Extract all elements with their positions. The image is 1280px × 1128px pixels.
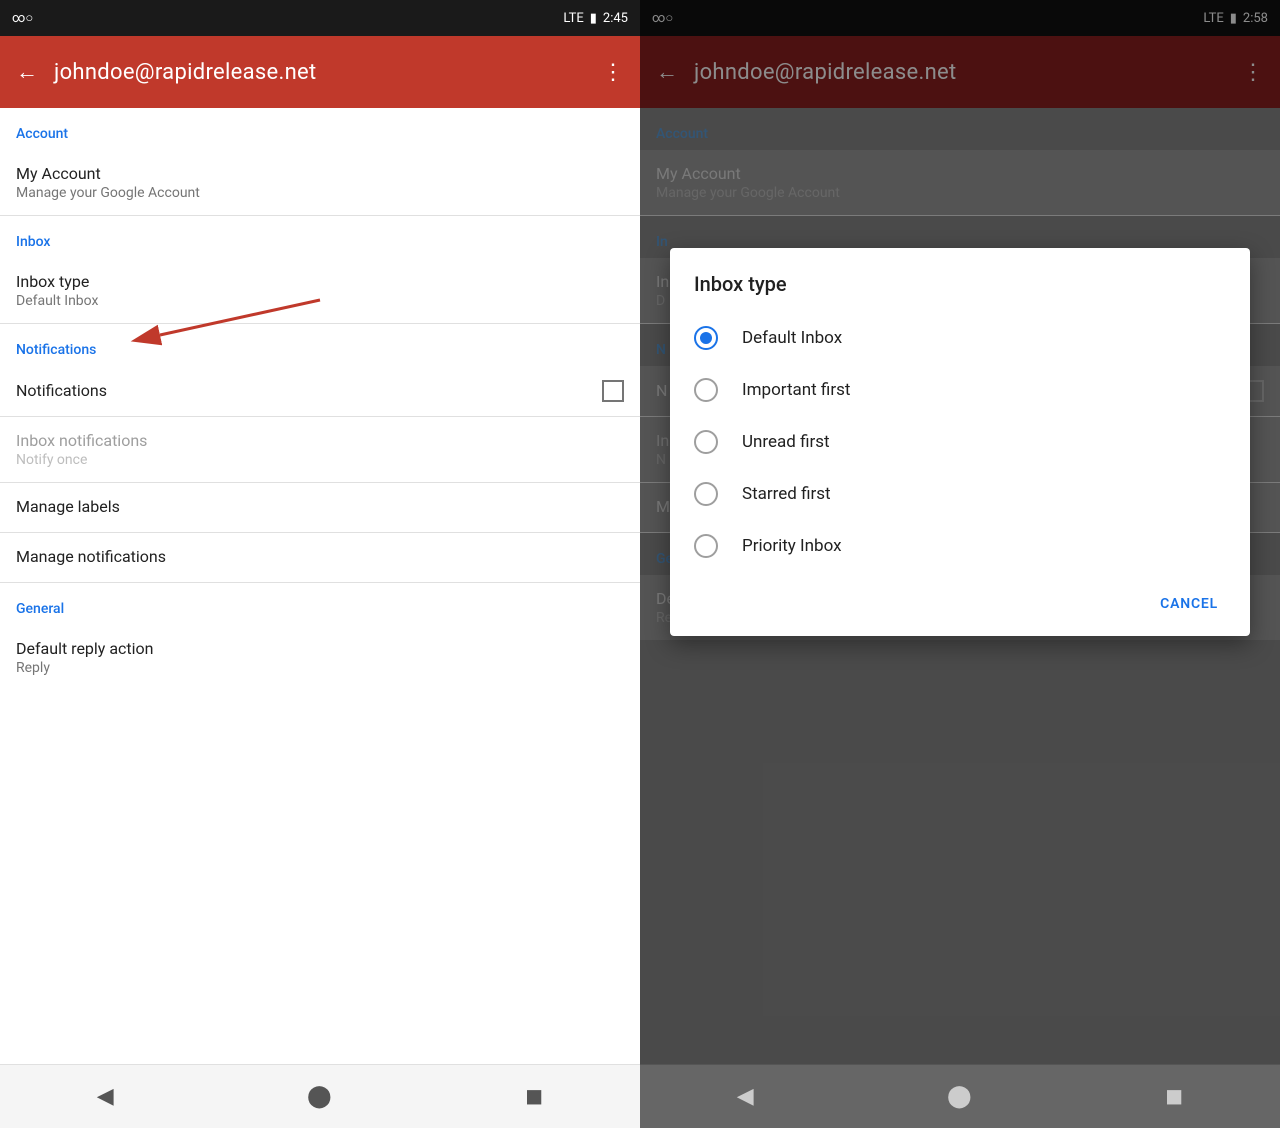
- recents-nav-icon-r[interactable]: ◼: [1165, 1084, 1183, 1109]
- dialog-option-unread[interactable]: Unread first: [670, 416, 1250, 468]
- back-nav-icon-r[interactable]: ◀: [737, 1084, 754, 1109]
- notifications-section-header: Notifications: [0, 324, 640, 366]
- manage-notifications-title: Manage notifications: [16, 547, 624, 566]
- inbox-type-item[interactable]: Inbox type Default Inbox: [0, 258, 640, 324]
- status-icons-right: LTE ▮ 2:45: [563, 11, 628, 26]
- dialog-option-priority[interactable]: Priority Inbox: [670, 520, 1250, 572]
- signal-icon: LTE: [563, 11, 583, 26]
- inbox-type-title: Inbox type: [16, 272, 624, 291]
- menu-button[interactable]: ⋮: [602, 60, 624, 85]
- inbox-notifications-subtitle: Notify once: [16, 452, 624, 468]
- radio-inner-default: [700, 332, 712, 344]
- inbox-type-dialog: Inbox type Default Inbox Important first…: [670, 248, 1250, 636]
- my-account-title: My Account: [16, 164, 624, 183]
- right-panel: ∞○ LTE ▮ 2:58 ← johndoe@rapidrelease.net…: [640, 0, 1280, 1128]
- notifications-title: Notifications: [16, 381, 107, 400]
- dialog-option-default[interactable]: Default Inbox: [670, 312, 1250, 364]
- my-account-item[interactable]: My Account Manage your Google Account: [0, 150, 640, 216]
- dialog-actions: CANCEL: [670, 580, 1250, 628]
- inbox-section-header: Inbox: [0, 216, 640, 258]
- time-display: 2:45: [603, 11, 628, 26]
- default-reply-subtitle: Reply: [16, 660, 624, 676]
- cancel-button[interactable]: CANCEL: [1144, 588, 1234, 620]
- carrier-icon: ∞○: [12, 10, 33, 26]
- status-icons-left: ∞○: [12, 10, 33, 26]
- home-nav-icon[interactable]: ⬤: [307, 1084, 332, 1109]
- dialog-option-starred[interactable]: Starred first: [670, 468, 1250, 520]
- radio-priority[interactable]: [694, 534, 718, 558]
- default-reply-title: Default reply action: [16, 639, 624, 658]
- back-nav-icon[interactable]: ◀: [97, 1084, 114, 1109]
- dialog-option-default-label: Default Inbox: [742, 328, 842, 348]
- dialog-title: Inbox type: [670, 272, 1250, 312]
- home-nav-icon-r[interactable]: ⬤: [947, 1084, 972, 1109]
- manage-labels-item[interactable]: Manage labels: [0, 483, 640, 533]
- notifications-checkbox[interactable]: [602, 380, 624, 402]
- default-reply-item[interactable]: Default reply action Reply: [0, 625, 640, 690]
- left-panel: ∞○ LTE ▮ 2:45 ← johndoe@rapidrelease.net…: [0, 0, 640, 1128]
- dialog-option-unread-label: Unread first: [742, 432, 830, 452]
- recents-nav-icon[interactable]: ◼: [525, 1084, 543, 1109]
- dialog-option-starred-label: Starred first: [742, 484, 831, 504]
- inbox-notifications-item: Inbox notifications Notify once: [0, 417, 640, 483]
- general-section-header: General: [0, 583, 640, 625]
- status-bar-left: ∞○ LTE ▮ 2:45: [0, 0, 640, 36]
- radio-unread[interactable]: [694, 430, 718, 454]
- bottom-nav-right: ◀ ⬤ ◼: [640, 1064, 1280, 1128]
- my-account-subtitle: Manage your Google Account: [16, 185, 624, 201]
- notifications-item[interactable]: Notifications: [0, 366, 640, 417]
- battery-icon: ▮: [590, 11, 597, 26]
- bottom-nav-left: ◀ ⬤ ◼: [0, 1064, 640, 1128]
- account-title: johndoe@rapidrelease.net: [54, 60, 586, 85]
- manage-labels-title: Manage labels: [16, 497, 624, 516]
- back-button[interactable]: ←: [16, 59, 38, 85]
- radio-starred[interactable]: [694, 482, 718, 506]
- radio-default[interactable]: [694, 326, 718, 350]
- inbox-notifications-title: Inbox notifications: [16, 431, 624, 450]
- manage-notifications-item[interactable]: Manage notifications: [0, 533, 640, 583]
- dialog-option-priority-label: Priority Inbox: [742, 536, 842, 556]
- settings-content-left: Account My Account Manage your Google Ac…: [0, 108, 640, 1064]
- account-section-header: Account: [0, 108, 640, 150]
- dialog-option-important[interactable]: Important first: [670, 364, 1250, 416]
- dialog-option-important-label: Important first: [742, 380, 850, 400]
- inbox-type-subtitle: Default Inbox: [16, 293, 624, 309]
- radio-important[interactable]: [694, 378, 718, 402]
- toolbar-left: ← johndoe@rapidrelease.net ⋮: [0, 36, 640, 108]
